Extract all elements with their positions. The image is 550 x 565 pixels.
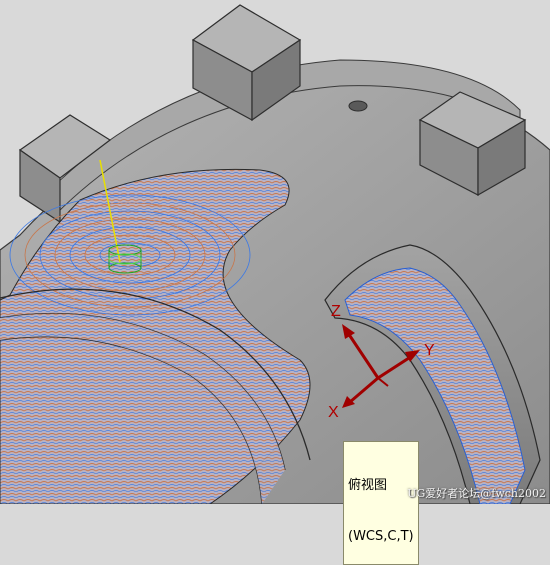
graphics-viewport[interactable] [0, 0, 550, 504]
view-wcs-label: (WCS,C,T) [348, 529, 414, 544]
watermark-text: UG爱好者论坛@fwch2002 [407, 487, 546, 500]
view-name-label: 俯视图 [348, 478, 388, 493]
triad-z-label: Z [331, 303, 341, 320]
part-hole [348, 100, 368, 112]
triad-x-label: X [328, 404, 339, 421]
triad-y-label: Y [424, 342, 435, 359]
view-orientation-tooltip: 俯视图 (WCS,C,T) [343, 441, 419, 565]
